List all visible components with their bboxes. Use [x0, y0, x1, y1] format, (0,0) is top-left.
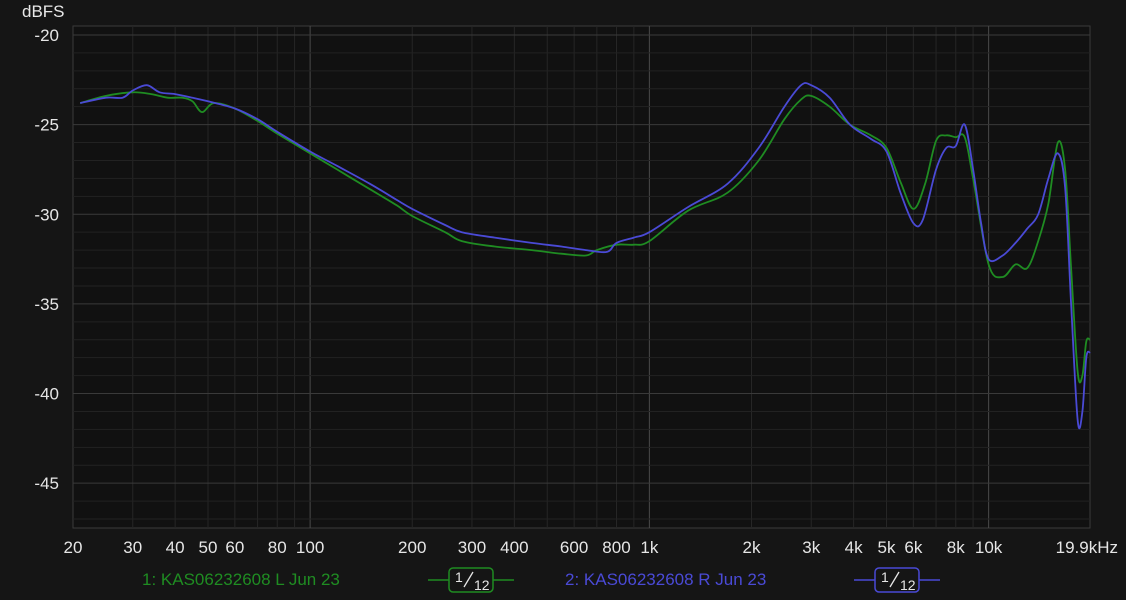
x-tick-label: 3k	[802, 538, 820, 557]
x-tick-label: 60	[225, 538, 244, 557]
y-tick-label: -25	[34, 116, 59, 135]
x-tick-label: 20	[64, 538, 83, 557]
smoothing-denominator: 12	[474, 577, 490, 593]
plot-area	[72, 25, 1091, 529]
smoothing-numerator: 1	[455, 569, 463, 585]
x-tick-label: 4k	[845, 538, 863, 557]
x-tick-label: 50	[199, 538, 218, 557]
legend-label-series-1: 1: KAS06232608 L Jun 23	[142, 570, 340, 589]
y-tick-label: -40	[34, 385, 59, 404]
x-tick-label: 8k	[947, 538, 965, 557]
smoothing-numerator: 1	[881, 569, 889, 585]
x-tick-label: 200	[398, 538, 426, 557]
smoothing-badge-series-1[interactable]: 1 12	[428, 567, 514, 593]
x-tick-label: 400	[500, 538, 528, 557]
smoothing-badge-series-2[interactable]: 1 12	[854, 567, 940, 593]
x-tick-label: 300	[458, 538, 486, 557]
x-tick-label: 2k	[743, 538, 761, 557]
x-tick-label: 10k	[975, 538, 1003, 557]
y-tick-label: -30	[34, 205, 59, 224]
y-axis-title: dBFS	[22, 2, 65, 21]
smoothing-badge-graphic-2: 1 12	[854, 567, 940, 593]
x-tick-label: 800	[602, 538, 630, 557]
legend-label-series-2: 2: KAS06232608 R Jun 23	[565, 570, 767, 589]
smoothing-denominator: 12	[900, 577, 916, 593]
x-tick-label: 40	[166, 538, 185, 557]
x-tick-label: 1k	[640, 538, 658, 557]
y-tick-label: -35	[34, 295, 59, 314]
x-tick-label: 19.9kHz	[1056, 538, 1118, 557]
x-tick-label: 80	[268, 538, 287, 557]
x-tick-label: 6k	[904, 538, 922, 557]
x-tick-label: 5k	[878, 538, 896, 557]
x-tick-label: 100	[296, 538, 324, 557]
y-tick-label: -45	[34, 474, 59, 493]
smoothing-badge-graphic-1: 1 12	[428, 567, 514, 593]
x-tick-label: 600	[560, 538, 588, 557]
frequency-response-chart: -20 -25 -30 -35 -40 -45 20 30 40 50 60 80 100 200 300 4…	[34, 25, 1118, 557]
x-tick-label: 30	[123, 538, 142, 557]
y-tick-label: -20	[34, 26, 59, 45]
